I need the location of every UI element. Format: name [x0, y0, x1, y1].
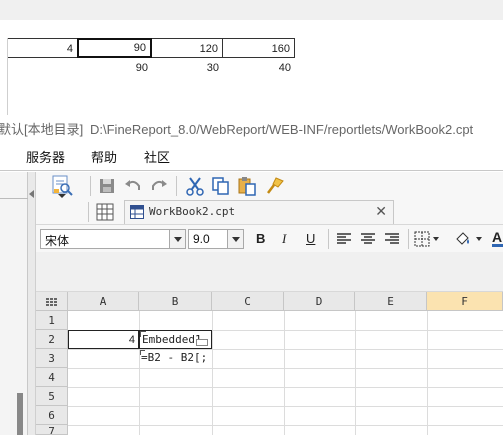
- paste-icon[interactable]: [236, 175, 258, 197]
- font-family-value: 宋体: [45, 234, 70, 248]
- chevron-down-icon[interactable]: [169, 230, 185, 248]
- preview-cell: 4: [8, 38, 78, 58]
- spreadsheet-grid[interactable]: A B C D E F 1 2 3 4 5 6 7 4 Embedded1 =B…: [36, 292, 503, 435]
- column-header-b[interactable]: B: [139, 292, 212, 311]
- font-size-value: 9.0: [193, 232, 210, 246]
- align-center-icon[interactable]: [360, 231, 376, 247]
- font-size-select[interactable]: 9.0: [188, 229, 244, 249]
- align-left-icon[interactable]: [336, 231, 352, 247]
- close-icon[interactable]: ✕: [375, 203, 387, 220]
- preview-cell: 90: [77, 38, 152, 58]
- cell-corner-marker-icon: [140, 331, 146, 337]
- row-header-6[interactable]: 6: [36, 406, 68, 425]
- workbook-icon: [130, 205, 144, 219]
- grid-line: [68, 368, 503, 369]
- grid-line: [68, 349, 503, 350]
- column-header-e[interactable]: E: [355, 292, 427, 311]
- grid-line: [68, 406, 503, 407]
- menu-server[interactable]: 服务器: [26, 149, 65, 167]
- row-header-5[interactable]: 5: [36, 387, 68, 406]
- grid-line: [68, 387, 503, 388]
- toolbar-separator: [176, 176, 177, 196]
- toolbar-separator: [90, 176, 91, 196]
- column-header-d[interactable]: D: [284, 292, 355, 311]
- cell-a2[interactable]: 4: [68, 330, 139, 349]
- preview-cell: 40: [278, 62, 291, 74]
- underline-button[interactable]: U: [306, 231, 315, 247]
- preview-cell: 90: [135, 62, 148, 74]
- menu-bar: 服务器 帮助 社区: [0, 145, 503, 171]
- redo-icon[interactable]: [148, 175, 170, 197]
- save-icon[interactable]: [96, 175, 118, 197]
- font-color-icon[interactable]: A: [492, 229, 503, 247]
- collapse-left-icon[interactable]: [29, 190, 34, 198]
- font-family-select[interactable]: 宋体: [40, 229, 186, 249]
- fill-color-icon[interactable]: [454, 230, 472, 248]
- cut-icon[interactable]: [184, 175, 206, 197]
- row-header-4[interactable]: 4: [36, 368, 68, 387]
- chevron-down-icon[interactable]: [58, 194, 66, 198]
- toolbar-separator: [328, 229, 329, 249]
- cell-b3[interactable]: =B2 - B2[;: [139, 349, 212, 368]
- menu-help[interactable]: 帮助: [91, 149, 117, 167]
- toolbar-separator: [408, 229, 409, 249]
- designer-window: 默认[本地目录] D:\FineReport_8.0/WebReport/WEB…: [0, 115, 503, 435]
- preview-cell: 120: [152, 38, 223, 58]
- panel-collapse-strip[interactable]: [28, 172, 36, 435]
- row-header-2[interactable]: 2: [36, 330, 68, 349]
- cell-expand-marker-icon: [196, 339, 208, 346]
- grid-line: [68, 425, 503, 426]
- column-header-f[interactable]: F: [427, 292, 503, 311]
- bold-button[interactable]: B: [256, 231, 265, 247]
- format-toolbar: 宋体 9.0 B I U A: [36, 224, 503, 252]
- chevron-down-icon[interactable]: [433, 237, 439, 241]
- window-title-prefix: 默认[本地目录]: [0, 122, 84, 137]
- preview-cell: 160: [223, 38, 295, 58]
- column-header-c[interactable]: C: [212, 292, 284, 311]
- left-panel-scrollbar[interactable]: [17, 393, 23, 435]
- browser-top-strip: [0, 0, 503, 20]
- format-painter-icon[interactable]: [264, 175, 286, 197]
- chevron-down-icon[interactable]: [476, 237, 482, 241]
- menu-community[interactable]: 社区: [144, 149, 170, 167]
- select-all-corner[interactable]: [36, 292, 68, 311]
- left-panel-divider: [0, 198, 28, 199]
- border-icon[interactable]: [414, 231, 430, 247]
- document-tab-row: WorkBook2.cpt ✕: [36, 200, 503, 224]
- window-titlebar: 默认[本地目录] D:\FineReport_8.0/WebReport/WEB…: [0, 115, 503, 145]
- toolbar-separator: [88, 202, 89, 222]
- toolbar-blank-area: [36, 252, 503, 292]
- column-header-a[interactable]: A: [68, 292, 139, 311]
- preview-cell: 30: [206, 62, 219, 74]
- italic-button[interactable]: I: [282, 231, 286, 247]
- cell-corner-marker-icon: [140, 350, 145, 355]
- tab-label: WorkBook2.cpt: [149, 205, 236, 218]
- row-header-3[interactable]: 3: [36, 349, 68, 368]
- window-title-path: D:\FineReport_8.0/WebReport/WEB-INF/repo…: [90, 122, 474, 137]
- copy-icon[interactable]: [210, 175, 232, 197]
- insert-table-icon[interactable]: [96, 203, 114, 221]
- row-header-7[interactable]: 7: [36, 425, 68, 435]
- main-toolbar: [36, 172, 503, 200]
- left-panel: [0, 172, 28, 435]
- undo-icon[interactable]: [122, 175, 144, 197]
- row-header-1[interactable]: 1: [36, 311, 68, 330]
- chevron-down-icon[interactable]: [227, 230, 243, 248]
- align-right-icon[interactable]: [384, 231, 400, 247]
- tab-workbook2[interactable]: WorkBook2.cpt ✕: [124, 200, 394, 224]
